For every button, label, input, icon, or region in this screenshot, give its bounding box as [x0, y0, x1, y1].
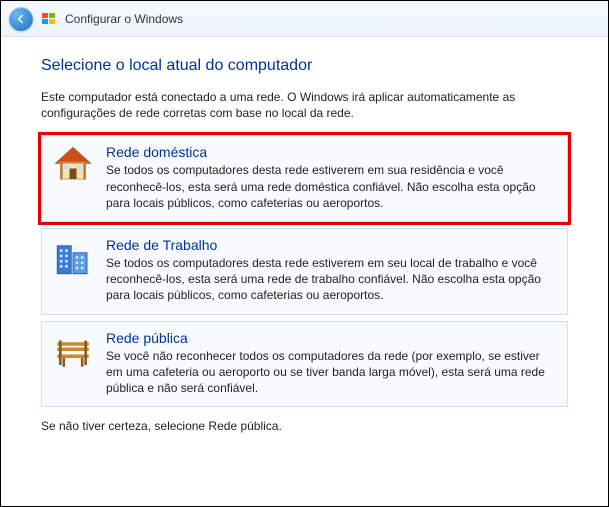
titlebar: Configurar o Windows: [1, 1, 608, 37]
option-home-network[interactable]: Rede doméstica Se todos os computadores …: [41, 135, 568, 222]
office-buildings-icon: [52, 237, 94, 279]
option-title: Rede pública: [106, 330, 557, 346]
content-area: Selecione o local atual do computador Es…: [1, 37, 608, 443]
option-title: Rede doméstica: [106, 144, 557, 160]
option-public-network[interactable]: Rede pública Se você não reconhecer todo…: [41, 321, 568, 408]
option-work-network[interactable]: Rede de Trabalho Se todos os computadore…: [41, 228, 568, 315]
park-bench-icon: [52, 330, 94, 372]
arrow-left-icon: [14, 12, 28, 26]
windows-flag-icon: [41, 11, 57, 27]
option-title: Rede de Trabalho: [106, 237, 557, 253]
page-heading: Selecione o local atual do computador: [41, 57, 568, 75]
option-body: Rede doméstica Se todos os computadores …: [106, 144, 557, 211]
option-desc: Se todos os computadores desta rede esti…: [106, 162, 557, 211]
option-body: Rede pública Se você não reconhecer todo…: [106, 330, 557, 397]
window-title: Configurar o Windows: [65, 12, 183, 26]
intro-text: Este computador está conectado a uma red…: [41, 89, 568, 121]
back-button[interactable]: [9, 7, 33, 31]
option-desc: Se todos os computadores desta rede esti…: [106, 255, 557, 304]
option-body: Rede de Trabalho Se todos os computadore…: [106, 237, 557, 304]
house-icon: [52, 144, 94, 186]
footer-note: Se não tiver certeza, selecione Rede púb…: [41, 419, 568, 433]
option-desc: Se você não reconhecer todos os computad…: [106, 348, 557, 397]
